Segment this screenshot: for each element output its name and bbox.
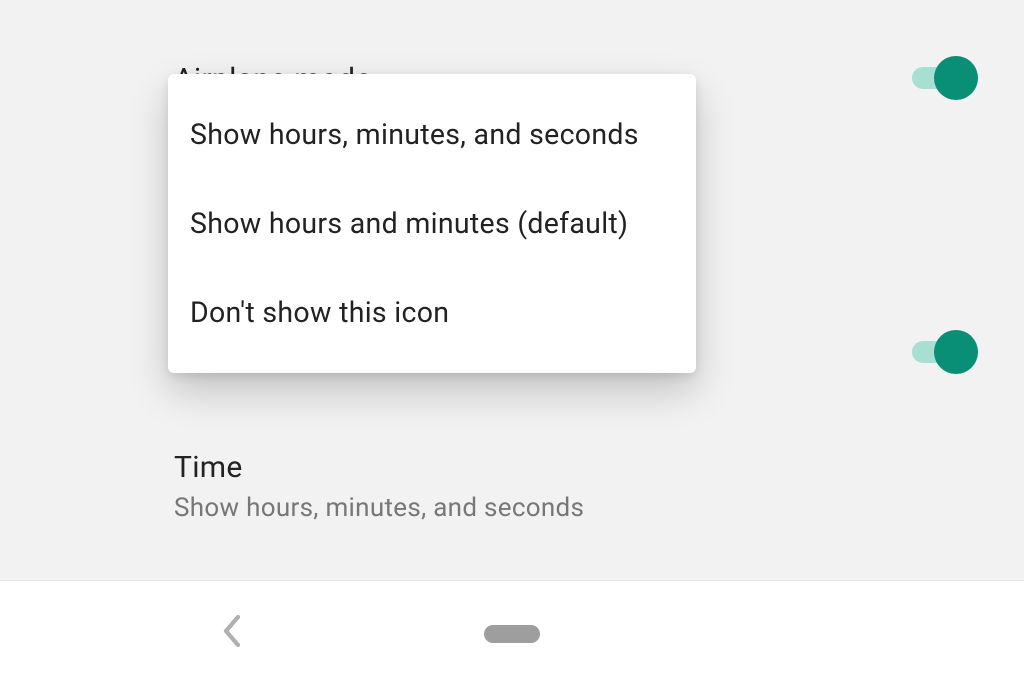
toggle-thumb	[934, 330, 978, 374]
setting-item-time[interactable]: Time Show hours, minutes, and seconds	[174, 450, 584, 523]
setting-item-subtitle: Show hours, minutes, and seconds	[174, 493, 584, 523]
toggle-thumb	[934, 56, 978, 100]
setting-item-title: Time	[174, 450, 584, 485]
home-pill[interactable]	[484, 625, 540, 643]
toggle-airplane-mode[interactable]	[908, 56, 978, 100]
back-icon[interactable]	[220, 613, 244, 649]
menu-item-show-hm-default[interactable]: Show hours and minutes (default)	[168, 179, 696, 268]
menu-item-dont-show[interactable]: Don't show this icon	[168, 268, 696, 357]
dropdown-menu-time: Show hours, minutes, and seconds Show ho…	[168, 74, 696, 373]
toggle-secondary[interactable]	[908, 330, 978, 374]
menu-item-show-hms[interactable]: Show hours, minutes, and seconds	[168, 90, 696, 179]
settings-panel: Airplane mode Time Show hours, minutes, …	[0, 0, 1024, 580]
system-nav-bar	[0, 580, 1024, 680]
